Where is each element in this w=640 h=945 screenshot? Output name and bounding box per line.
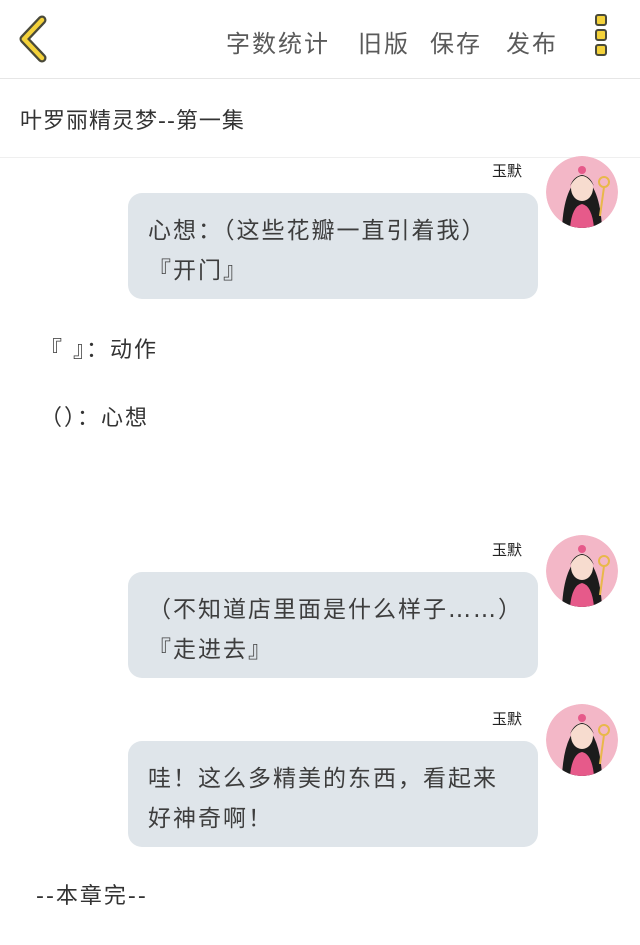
publish-button[interactable]: 发布 bbox=[506, 24, 558, 59]
message-bubble: （不知道店里面是什么样子……）『走进去』 bbox=[128, 572, 538, 678]
top-toolbar: 字数统计 旧版 保存 发布 bbox=[0, 0, 640, 79]
vertical-dots-menu-icon bbox=[595, 14, 615, 56]
old-version-button[interactable]: 旧版 bbox=[358, 24, 410, 59]
message-bubble: 哇！这么多精美的东西，看起来好神奇啊！ bbox=[128, 741, 538, 847]
message-text: （不知道店里面是什么样子……）『走进去』 bbox=[148, 597, 512, 663]
title-bar: 叶罗丽精灵梦--第一集 bbox=[0, 79, 640, 158]
legend-action: 『 』：动作 bbox=[40, 338, 158, 363]
back-button[interactable] bbox=[14, 14, 54, 64]
story-title[interactable]: 叶罗丽精灵梦--第一集 bbox=[20, 103, 245, 135]
avatar[interactable] bbox=[546, 704, 618, 776]
speaker-name: 玉默 bbox=[492, 710, 523, 728]
save-button[interactable]: 保存 bbox=[430, 24, 482, 59]
menu-button[interactable] bbox=[595, 14, 615, 66]
chapter-end-text: --本章完-- bbox=[36, 884, 148, 909]
legend-thought: （）：心想 bbox=[40, 406, 150, 431]
avatar[interactable] bbox=[546, 535, 618, 607]
message-text: 哇！这么多精美的东西，看起来好神奇啊！ bbox=[148, 766, 498, 832]
speaker-name: 玉默 bbox=[492, 162, 523, 180]
word-count-button[interactable]: 字数统计 bbox=[226, 24, 330, 59]
message-text: 心想：（这些花瓣一直引着我）『开门』 bbox=[148, 218, 487, 284]
chevron-left-icon bbox=[19, 15, 47, 63]
avatar[interactable] bbox=[546, 156, 618, 228]
speaker-name: 玉默 bbox=[492, 541, 523, 559]
message-bubble: 心想：（这些花瓣一直引着我）『开门』 bbox=[128, 193, 538, 299]
